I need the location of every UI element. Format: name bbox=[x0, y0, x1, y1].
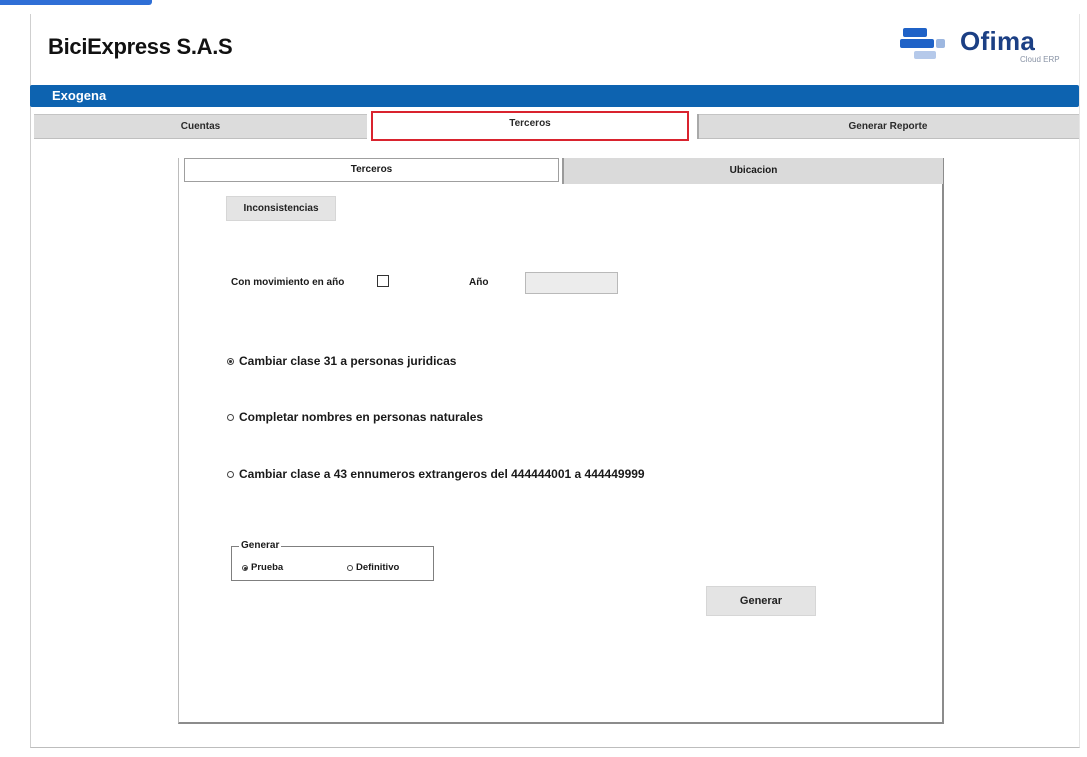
inconsistencias-button[interactable]: Inconsistencias bbox=[226, 196, 336, 221]
con-movimiento-label: Con movimiento en año bbox=[231, 277, 345, 288]
main-tabs: Cuentas Generar Reporte Terceros bbox=[34, 111, 1079, 141]
subtab-ubicacion[interactable]: Ubicacion bbox=[562, 158, 943, 184]
logo-name: Ofima bbox=[960, 26, 1036, 56]
option-label: Completar nombres en personas naturales bbox=[239, 410, 484, 424]
tab-terceros[interactable]: Terceros bbox=[371, 111, 689, 141]
ofima-logo: Ofima Cloud ERP bbox=[900, 26, 1060, 68]
radio-selected-icon[interactable] bbox=[242, 564, 248, 571]
module-title-bar: Exogena bbox=[30, 85, 1079, 107]
option-label: Definitivo bbox=[356, 562, 400, 573]
terceros-panel: Terceros Ubicacion Inconsistencias Con m… bbox=[178, 158, 944, 724]
top-accent-bar bbox=[0, 0, 152, 5]
radio-icon[interactable] bbox=[227, 470, 234, 478]
con-movimiento-checkbox[interactable] bbox=[377, 275, 389, 287]
option-cambiar-clase-43[interactable]: Cambiar clase a 43 ennumeros extrangeros… bbox=[227, 467, 645, 481]
generar-group: Generar Prueba Definitivo bbox=[231, 540, 434, 581]
generar-button[interactable]: Generar bbox=[706, 586, 816, 616]
option-prueba[interactable]: Prueba bbox=[242, 562, 283, 573]
tab-cuentas[interactable]: Cuentas bbox=[34, 114, 367, 139]
anio-input[interactable] bbox=[525, 272, 618, 294]
option-definitivo[interactable]: Definitivo bbox=[347, 562, 399, 573]
anio-label: Año bbox=[469, 277, 489, 288]
subtab-terceros[interactable]: Terceros bbox=[184, 158, 559, 182]
company-name: BiciExpress S.A.S bbox=[48, 34, 233, 59]
generar-group-title: Generar bbox=[239, 540, 282, 551]
logo-subtitle: Cloud ERP bbox=[1020, 55, 1060, 64]
option-cambiar-clase-31[interactable]: Cambiar clase 31 a personas juridicas bbox=[227, 354, 456, 368]
module-title: Exogena bbox=[52, 88, 107, 103]
radio-selected-icon[interactable] bbox=[227, 357, 234, 365]
radio-icon[interactable] bbox=[347, 564, 353, 571]
tab-generar-reporte[interactable]: Generar Reporte bbox=[697, 114, 1079, 139]
option-label: Cambiar clase 31 a personas juridicas bbox=[239, 354, 457, 368]
option-completar-nombres[interactable]: Completar nombres en personas naturales bbox=[227, 410, 483, 424]
option-label: Prueba bbox=[251, 562, 284, 573]
tab-separator bbox=[697, 114, 699, 139]
option-label: Cambiar clase a 43 ennumeros extrangeros… bbox=[239, 467, 645, 481]
radio-icon[interactable] bbox=[227, 413, 234, 421]
